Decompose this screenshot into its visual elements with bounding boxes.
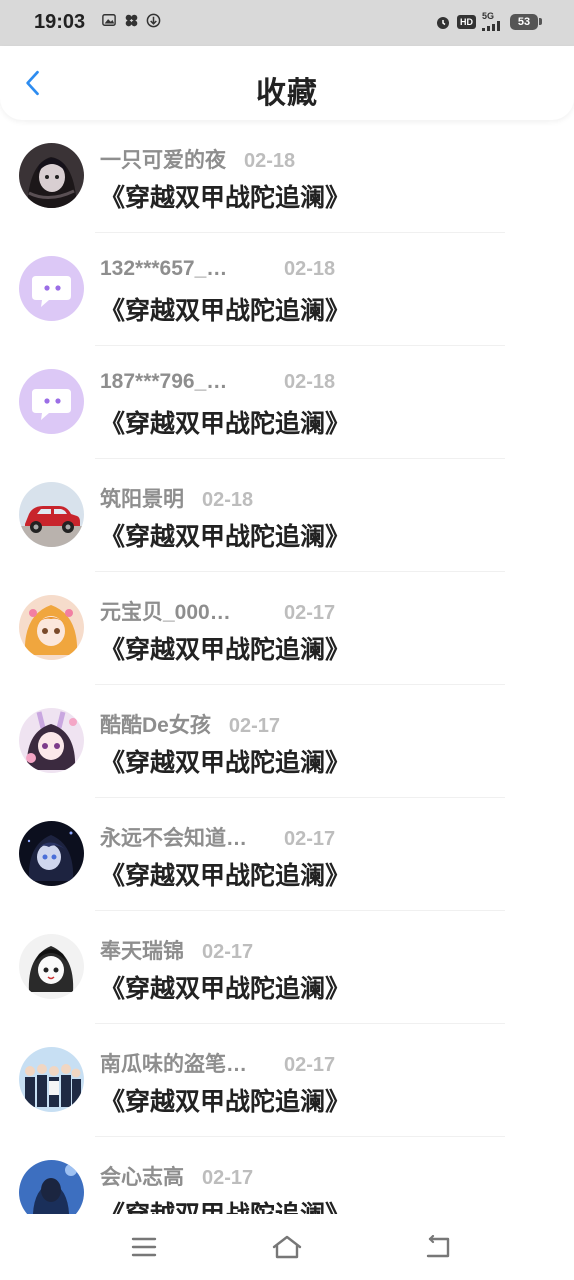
- anime-pink-avatar-icon: [19, 708, 84, 773]
- network-type: 5G: [482, 11, 495, 21]
- item-meta: 132***657_… 02-18: [100, 257, 335, 281]
- favorites-list: 一只可爱的夜 02-18 《穿越双甲战陀追澜》 132***657_… 02-1…: [0, 120, 574, 1214]
- user-name: 132***657_…: [100, 257, 228, 280]
- item-meta: 筑阳景明 02-18: [100, 483, 253, 513]
- item-meta: 永远不会知道… 02-17: [100, 822, 335, 852]
- item-meta: 一只可爱的夜 02-18: [100, 144, 295, 174]
- status-bar: 19:03 HD 5G 53: [0, 0, 574, 46]
- chat-bubble-avatar-icon: [19, 369, 84, 434]
- page-title: 收藏: [256, 77, 318, 110]
- avatar[interactable]: [19, 143, 84, 208]
- red-car-avatar-icon: [19, 482, 84, 547]
- item-title[interactable]: 《穿越双甲战陀追澜》: [100, 743, 350, 779]
- item-title[interactable]: 《穿越双甲战陀追澜》: [100, 178, 350, 214]
- user-name: 元宝贝_000…: [100, 601, 231, 624]
- bottom-nav: [0, 1214, 574, 1280]
- item-meta: 元宝贝_000… 02-17: [100, 596, 335, 626]
- list-item[interactable]: 元宝贝_000… 02-17 《穿越双甲战陀追澜》: [0, 572, 574, 685]
- item-date: 02-18: [202, 489, 254, 511]
- blue-portrait-avatar-icon: [19, 1160, 84, 1214]
- user-name: 酷酷De女孩: [100, 714, 211, 737]
- item-date: 02-18: [284, 258, 336, 280]
- item-meta: 南瓜味的盗笔… 02-17: [100, 1048, 335, 1078]
- item-title[interactable]: 《穿越双甲战陀追澜》: [100, 856, 350, 892]
- item-title[interactable]: 《穿越双甲战陀追澜》: [100, 1195, 350, 1214]
- item-date: 02-17: [202, 1167, 254, 1189]
- avatar[interactable]: [19, 821, 84, 886]
- item-meta: 会心志高 02-17: [100, 1161, 253, 1191]
- header: 收藏: [0, 46, 574, 120]
- item-date: 02-17: [284, 1054, 336, 1076]
- user-name: 187***796_…: [100, 370, 228, 393]
- item-meta: 奉天瑞锦 02-17: [100, 935, 253, 965]
- chat-bubble-avatar-icon: [19, 256, 84, 321]
- status-left-icons: [102, 13, 162, 29]
- back-nav-icon: [426, 1235, 450, 1258]
- list-item[interactable]: 酷酷De女孩 02-17 《穿越双甲战陀追澜》: [0, 685, 574, 798]
- avatar[interactable]: [19, 1160, 84, 1214]
- user-name: 筑阳景明: [100, 488, 184, 511]
- battery-cap: [539, 18, 542, 25]
- menu-button[interactable]: [124, 1232, 164, 1262]
- user-name: 奉天瑞锦: [100, 940, 184, 963]
- item-title[interactable]: 《穿越双甲战陀追澜》: [100, 404, 350, 440]
- user-name: 会心志高: [100, 1166, 184, 1189]
- user-name: 一只可爱的夜: [100, 149, 226, 172]
- avatar[interactable]: [19, 708, 84, 773]
- anime-dark-avatar-icon: [19, 821, 84, 886]
- avatar[interactable]: [19, 934, 84, 999]
- menu-icon: [131, 1237, 157, 1257]
- battery-icon: 53: [510, 13, 538, 30]
- group-photo-avatar-icon: [19, 1047, 84, 1112]
- list-item[interactable]: 一只可爱的夜 02-18 《穿越双甲战陀追澜》: [0, 120, 574, 233]
- item-date: 02-17: [284, 602, 336, 624]
- status-right-icons: HD 5G 53: [435, 12, 542, 31]
- item-date: 02-17: [228, 715, 281, 737]
- list-item[interactable]: 奉天瑞锦 02-17 《穿越双甲战陀追澜》: [0, 911, 574, 1024]
- user-name: 永远不会知道…: [100, 827, 247, 850]
- item-title[interactable]: 《穿越双甲战陀追澜》: [100, 517, 350, 553]
- user-name: 南瓜味的盗笔…: [100, 1053, 247, 1076]
- item-title[interactable]: 《穿越双甲战陀追澜》: [100, 969, 350, 1005]
- item-date: 02-17: [202, 941, 254, 963]
- item-title[interactable]: 《穿越双甲战陀追澜》: [100, 630, 350, 666]
- anime-orange-avatar-icon: [19, 595, 84, 660]
- avatar[interactable]: [19, 595, 84, 660]
- list-item[interactable]: 132***657_… 02-18 《穿越双甲战陀追澜》: [0, 233, 574, 346]
- dark-girl-avatar-icon: [19, 143, 84, 208]
- signal-icon: 5G: [482, 12, 504, 31]
- avatar[interactable]: [19, 369, 84, 434]
- item-title[interactable]: 《穿越双甲战陀追澜》: [100, 1082, 350, 1118]
- alarm-icon: [435, 14, 451, 30]
- item-title[interactable]: 《穿越双甲战陀追澜》: [100, 291, 350, 327]
- download-icon: [146, 13, 162, 29]
- anime-sketch-avatar-icon: [19, 934, 84, 999]
- avatar[interactable]: [19, 1047, 84, 1112]
- item-meta: 酷酷De女孩 02-17: [100, 709, 280, 739]
- pinwheel-icon: [124, 13, 140, 29]
- list-item[interactable]: 筑阳景明 02-18 《穿越双甲战陀追澜》: [0, 459, 574, 572]
- home-icon: [272, 1235, 302, 1259]
- item-date: 02-18: [284, 371, 336, 393]
- avatar[interactable]: [19, 482, 84, 547]
- list-item[interactable]: 187***796_… 02-18 《穿越双甲战陀追澜》: [0, 346, 574, 459]
- back-nav-button[interactable]: [418, 1232, 458, 1262]
- status-time: 19:03: [34, 11, 86, 33]
- list-item[interactable]: 会心志高 02-17 《穿越双甲战陀追澜》: [0, 1137, 574, 1214]
- hd-badge: HD: [457, 14, 476, 29]
- item-date: 02-18: [244, 150, 296, 172]
- avatar[interactable]: [19, 256, 84, 321]
- gallery-icon: [102, 13, 118, 29]
- item-meta: 187***796_… 02-18: [100, 370, 335, 394]
- list-item[interactable]: 南瓜味的盗笔… 02-17 《穿越双甲战陀追澜》: [0, 1024, 574, 1137]
- list-item[interactable]: 永远不会知道… 02-17 《穿越双甲战陀追澜》: [0, 798, 574, 911]
- home-button[interactable]: [267, 1232, 307, 1262]
- item-date: 02-17: [284, 828, 336, 850]
